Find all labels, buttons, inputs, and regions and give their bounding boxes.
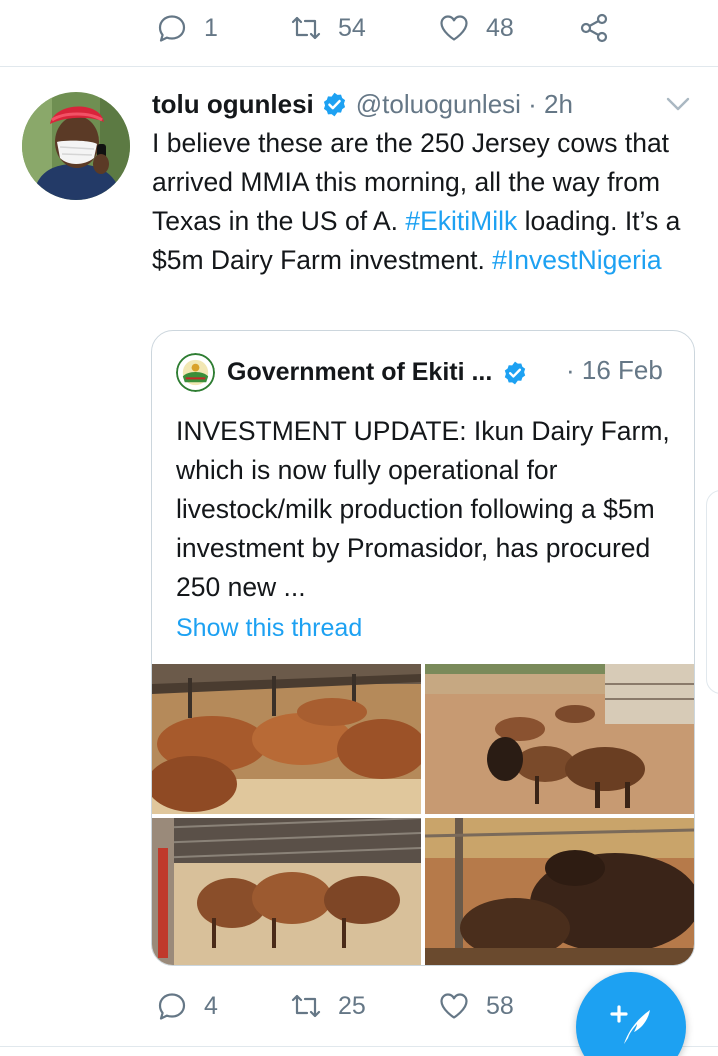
tweet-text: I believe these are the 250 Jersey cows … (152, 124, 702, 280)
retweet-count: 54 (338, 13, 366, 42)
chevron-down-icon[interactable] (664, 92, 692, 116)
compose-tweet-icon (610, 1005, 650, 1044)
retweet-button[interactable]: 54 (290, 0, 366, 58)
hashtag-ekitimilk[interactable]: #EkitiMilk (405, 206, 517, 236)
like-icon (440, 15, 468, 41)
author-name[interactable]: tolu ogunlesi (152, 89, 314, 120)
reply-count: 1 (204, 13, 218, 42)
avatar[interactable] (22, 92, 130, 200)
reply-button[interactable]: 4 (156, 976, 218, 1036)
like-count: 48 (486, 13, 514, 42)
like-icon (440, 993, 468, 1019)
verified-badge-icon (323, 92, 345, 116)
show-this-thread-link[interactable]: Show this thread (176, 614, 362, 643)
like-button[interactable]: 48 (438, 0, 514, 58)
quoted-author-logo (176, 353, 215, 392)
retweet-icon (291, 994, 321, 1018)
media-photo-3[interactable] (152, 818, 421, 965)
tweet-divider (0, 66, 718, 67)
previous-tweet-action-bar: 1 54 48 (0, 0, 718, 58)
reply-button[interactable]: 1 (156, 0, 218, 58)
reply-icon (158, 993, 186, 1020)
quoted-tweet-text: INVESTMENT UPDATE: Ikun Dairy Farm, whic… (176, 416, 670, 602)
reply-count: 4 (204, 991, 218, 1020)
retweet-button[interactable]: 25 (290, 976, 366, 1036)
like-button[interactable]: 58 (438, 976, 514, 1036)
retweet-icon (291, 16, 321, 40)
author-handle-time: @toluogunlesi · 2h (355, 88, 573, 119)
quoted-tweet-date: · 16 Feb (566, 355, 663, 385)
hashtag-investnigeria[interactable]: #InvestNigeria (492, 245, 661, 275)
edge-panel-handle[interactable] (706, 490, 718, 694)
share-icon (580, 13, 608, 43)
quoted-tweet-header: Government of Ekiti ... (176, 353, 528, 392)
retweet-count: 25 (338, 991, 366, 1020)
tweet-header: tolu ogunlesi @toluogunlesi · 2h (152, 84, 573, 124)
media-photo-4[interactable] (425, 818, 694, 965)
media-photo-2[interactable] (425, 664, 694, 814)
share-button[interactable] (578, 0, 610, 58)
media-photo-1[interactable] (152, 664, 421, 814)
reply-icon (158, 15, 186, 42)
verified-badge-icon (505, 361, 526, 384)
like-count: 58 (486, 991, 514, 1020)
quoted-author-name: Government of Ekiti ... (227, 358, 493, 386)
quoted-tweet-card[interactable]: Government of Ekiti ... · 16 Feb INVESTM… (151, 330, 695, 966)
